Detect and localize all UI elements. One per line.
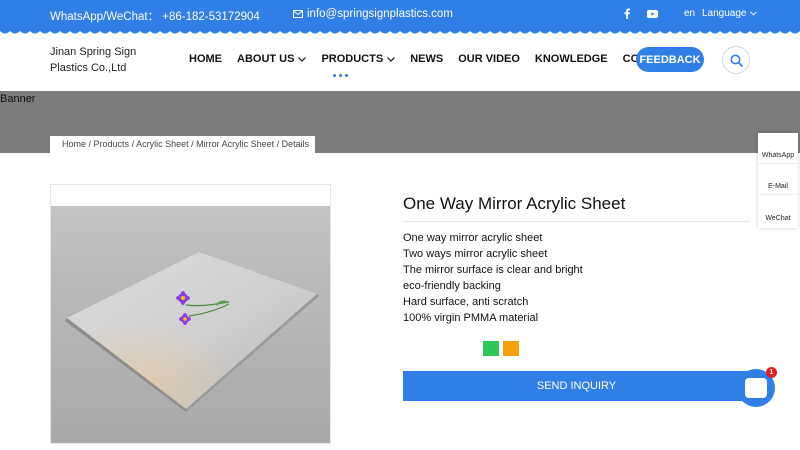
language-selector[interactable]: Language xyxy=(702,8,757,19)
mail-icon xyxy=(293,10,303,18)
language-code[interactable]: en xyxy=(684,8,695,19)
feature-item: Two ways mirror acrylic sheet xyxy=(403,248,548,260)
nav-label: KNOWLEDGE xyxy=(534,53,608,65)
product-features: One way mirror acrylic sheet Two ways mi… xyxy=(403,230,583,326)
nav-products[interactable]: PRODUCTS xyxy=(321,53,396,65)
feature-item: eco-friendly backing xyxy=(403,280,501,292)
nav-about-us[interactable]: ABOUT US xyxy=(237,53,307,65)
top-bar: WhatsApp/WeChat： +86-182-53172904 info@s… xyxy=(0,0,800,30)
search-icon xyxy=(730,54,743,67)
chat-notification-badge: 1 xyxy=(766,367,777,378)
side-wechat[interactable]: WeChat xyxy=(758,195,798,226)
whatsapp-contact[interactable]: WhatsApp/WeChat： +86-182-53172904 xyxy=(50,8,260,24)
feature-item: Hard surface, anti scratch xyxy=(403,296,529,308)
nav-label: HOME xyxy=(189,53,222,65)
feature-item: One way mirror acrylic sheet xyxy=(403,232,543,244)
active-nav-indicator xyxy=(333,74,348,77)
side-whatsapp[interactable]: WhatsApp xyxy=(758,133,798,164)
title-divider xyxy=(403,221,750,222)
breadcrumb-mirror-acrylic-sheet[interactable]: Mirror Acrylic Sheet xyxy=(196,139,274,149)
breadcrumb-products[interactable]: Products xyxy=(94,139,130,149)
nav-label: OUR VIDEO xyxy=(458,53,520,65)
nav-news[interactable]: NEWS xyxy=(410,53,443,65)
facebook-icon[interactable] xyxy=(623,8,631,19)
email-contact[interactable]: info@springsignplastics.com xyxy=(293,8,453,20)
side-email[interactable]: E-Mail xyxy=(758,164,798,195)
nav-home[interactable]: HOME xyxy=(189,53,222,65)
nav-label: NEWS xyxy=(410,53,444,65)
wave-divider xyxy=(0,29,800,34)
breadcrumb: Home / Products / Acrylic Sheet / Mirror… xyxy=(50,136,315,153)
share-buttons xyxy=(483,341,519,356)
logo-line-1: Jinan Spring Sign xyxy=(50,46,137,58)
search-button[interactable] xyxy=(722,46,750,74)
breadcrumb-details: Details xyxy=(281,139,310,149)
product-title: One Way Mirror Acrylic Sheet xyxy=(403,194,626,213)
chevron-down-icon xyxy=(387,56,396,62)
language-label: Language xyxy=(702,8,747,19)
breadcrumb-home[interactable]: Home xyxy=(62,139,86,149)
side-contact-panel: WhatsApp E-Mail WeChat xyxy=(758,133,798,228)
chat-icon xyxy=(745,378,767,398)
banner-alt-text: Banner xyxy=(0,93,36,105)
chevron-down-icon xyxy=(749,11,757,16)
chat-button[interactable]: 1 xyxy=(737,367,777,407)
company-logo[interactable]: Jinan Spring Sign Plastics Co.,Ltd xyxy=(50,44,150,76)
feedback-button[interactable]: FEEDBACK xyxy=(636,47,704,72)
nav-knowledge[interactable]: KNOWLEDGE xyxy=(535,53,608,65)
product-photo[interactable] xyxy=(51,206,330,443)
nav-label: ABOUT US xyxy=(237,53,295,65)
email-text: info@springsignplastics.com xyxy=(307,8,453,20)
nav-label: PRODUCTS xyxy=(321,53,384,65)
share-orange-icon[interactable] xyxy=(503,341,519,356)
share-green-icon[interactable] xyxy=(483,341,499,356)
main-nav: HOME ABOUT US PRODUCTS NEWS OUR VIDEO KN… xyxy=(189,53,709,65)
send-inquiry-button[interactable]: SEND INQUIRY xyxy=(403,371,750,401)
chevron-down-icon xyxy=(298,56,307,62)
social-links xyxy=(623,8,658,19)
logo-line-2: Plastics Co.,Ltd xyxy=(50,62,127,74)
page-banner: Banner Home / Products / Acrylic Sheet /… xyxy=(0,91,800,153)
feature-item: The mirror surface is clear and bright xyxy=(403,264,583,276)
youtube-icon[interactable] xyxy=(647,9,658,18)
product-image-frame xyxy=(50,184,331,444)
breadcrumb-acrylic-sheet[interactable]: Acrylic Sheet xyxy=(136,139,189,149)
nav-our-video[interactable]: OUR VIDEO xyxy=(458,53,520,65)
feature-item: 100% virgin PMMA material xyxy=(403,312,539,324)
